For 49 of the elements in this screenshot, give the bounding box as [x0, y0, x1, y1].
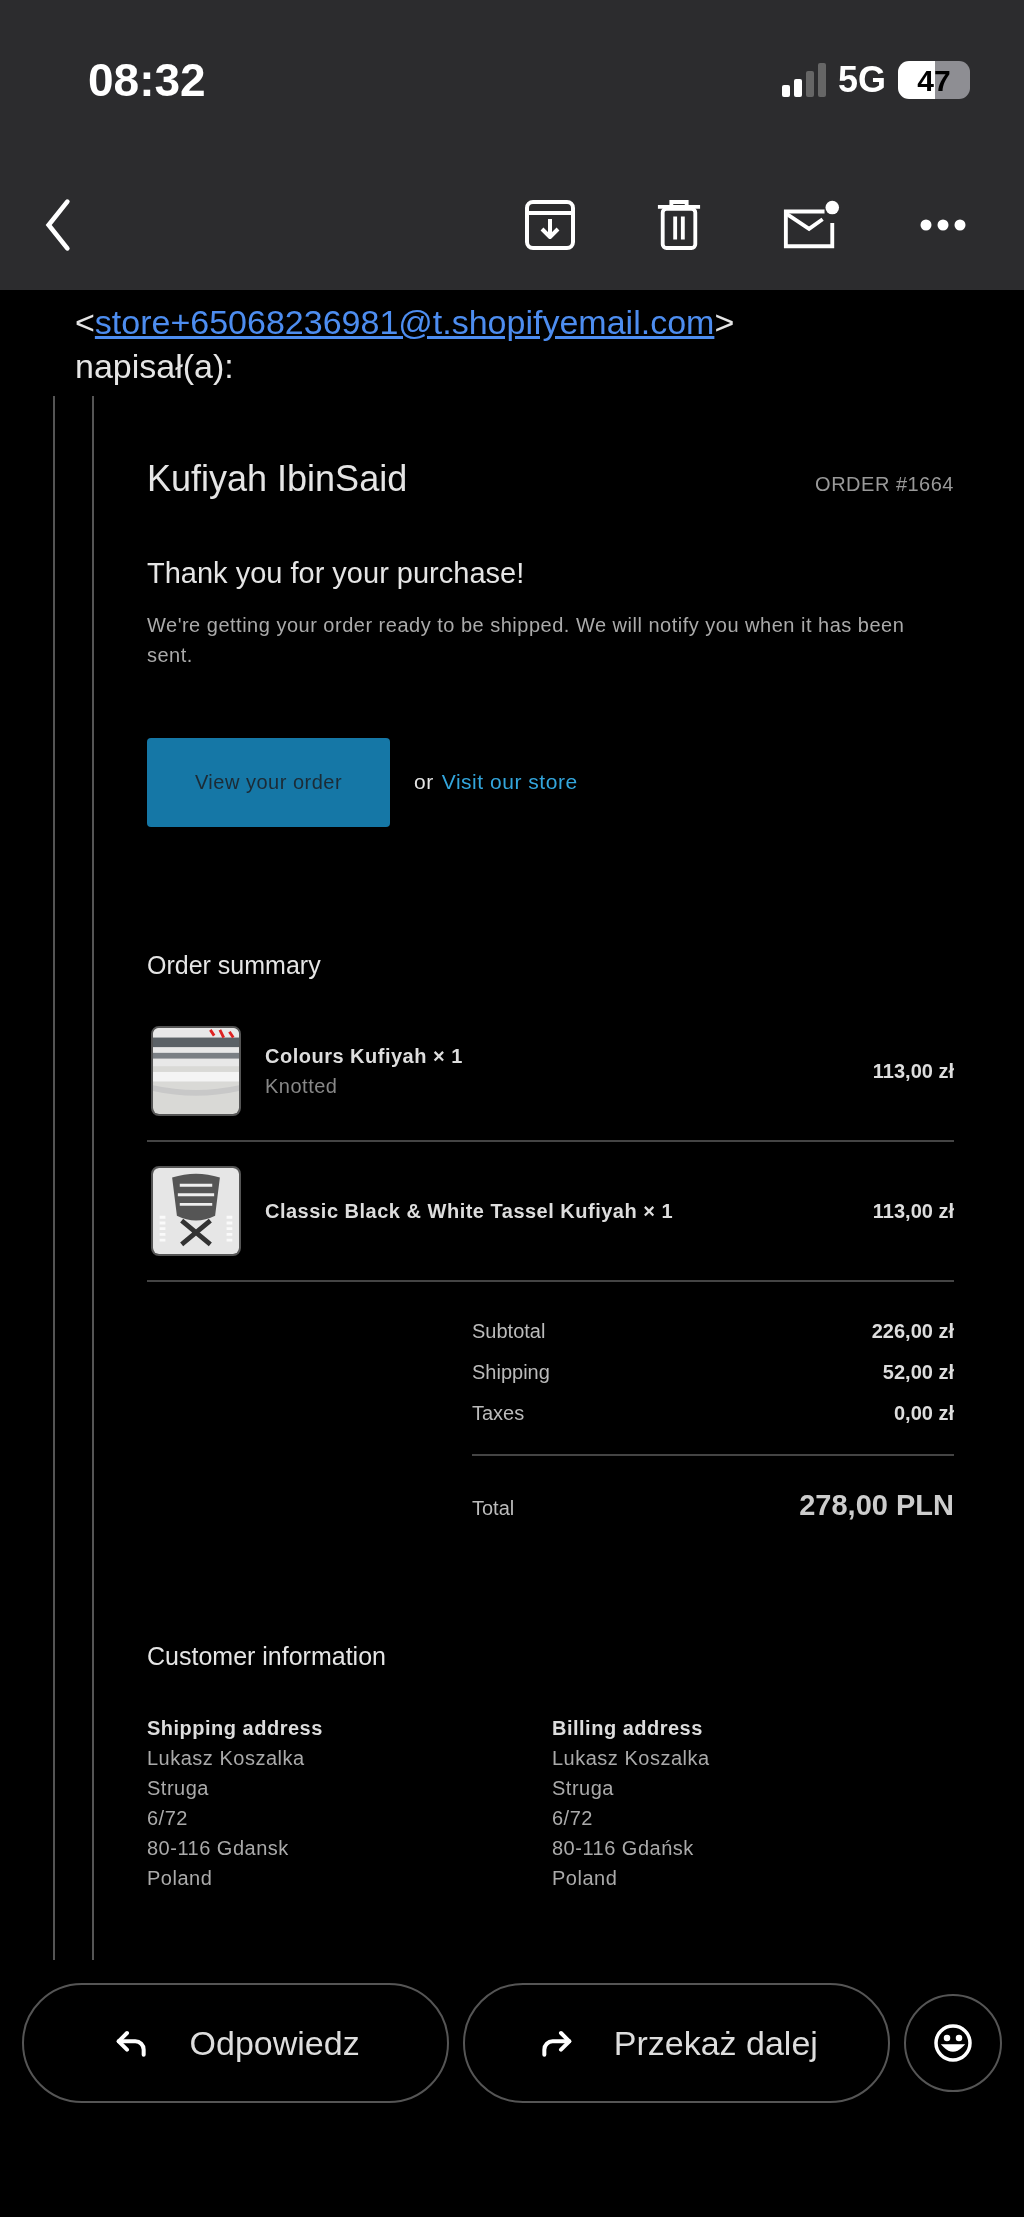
total-label: Subtotal — [472, 1319, 546, 1344]
bracket: > — [714, 302, 735, 343]
archive-icon[interactable] — [524, 199, 576, 251]
item-variant: Knotted — [265, 1074, 339, 1099]
network-label: 5G — [837, 58, 886, 102]
address-line: 80-116 Gdansk — [147, 1836, 290, 1861]
address-line: Poland — [147, 1866, 214, 1891]
email-link[interactable]: store+65068236981@t.shopifyemail.com — [94, 300, 715, 344]
address-line: Poland — [552, 1866, 619, 1891]
item-price: 113,00 zł — [872, 1059, 954, 1084]
address-line: 6/72 — [147, 1806, 189, 1831]
forward-button[interactable]: Przekaż dalej — [463, 1983, 891, 2103]
total-label: Taxes — [472, 1401, 525, 1426]
item-name: Colours Kufiyah × 1 — [265, 1044, 464, 1069]
clock: 08:32 — [88, 52, 206, 108]
store-link[interactable]: Visit our store — [441, 766, 578, 798]
unread-mail-icon[interactable] — [782, 199, 840, 251]
wrote-label: napisał(a): — [75, 347, 234, 385]
store-name: Kufiyah IbinSaid — [147, 457, 408, 501]
grand-total: 278,00 PLN — [799, 1488, 954, 1523]
order-message: We're getting your order ready to be shipped. We will notify you when it has been sent. — [147, 612, 906, 668]
section-title: Customer information — [147, 1640, 387, 1672]
address-title: Shipping address — [147, 1716, 324, 1741]
order-number: ORDER #1664 — [815, 472, 954, 497]
address-line: Lukasz Koszalka — [552, 1746, 711, 1771]
more-icon[interactable] — [920, 219, 966, 231]
address-line: Struga — [147, 1776, 210, 1801]
item-name: Classic Black & White Tassel Kufiyah × 1 — [265, 1199, 675, 1224]
battery-indicator: 47 — [898, 61, 970, 99]
address-title: Billing address — [552, 1716, 704, 1741]
trash-icon[interactable] — [656, 198, 702, 252]
address-line: Lukasz Koszalka — [147, 1746, 306, 1771]
or-label: or — [414, 769, 434, 796]
item-price: 113,00 zł — [872, 1199, 954, 1224]
total-label: Total — [472, 1496, 515, 1521]
address-line: 80-116 Gdańsk — [552, 1836, 695, 1861]
total-value: 52,00 zł — [882, 1360, 954, 1385]
emoji-button[interactable] — [904, 1994, 1002, 2092]
address-line: 6/72 — [552, 1806, 594, 1831]
reply-button[interactable]: Odpowiedz — [22, 1983, 450, 2103]
signal-icon — [781, 63, 826, 97]
bracket: < — [75, 302, 95, 343]
thank-you-heading: Thank you for your purchase! — [147, 556, 526, 591]
section-title: Order summary — [147, 949, 322, 981]
total-value: 0,00 zł — [893, 1401, 954, 1426]
smiley-icon — [933, 2023, 974, 2063]
address-line: Struga — [552, 1776, 615, 1801]
total-value: 226,00 zł — [871, 1319, 954, 1344]
total-label: Shipping — [472, 1360, 550, 1385]
